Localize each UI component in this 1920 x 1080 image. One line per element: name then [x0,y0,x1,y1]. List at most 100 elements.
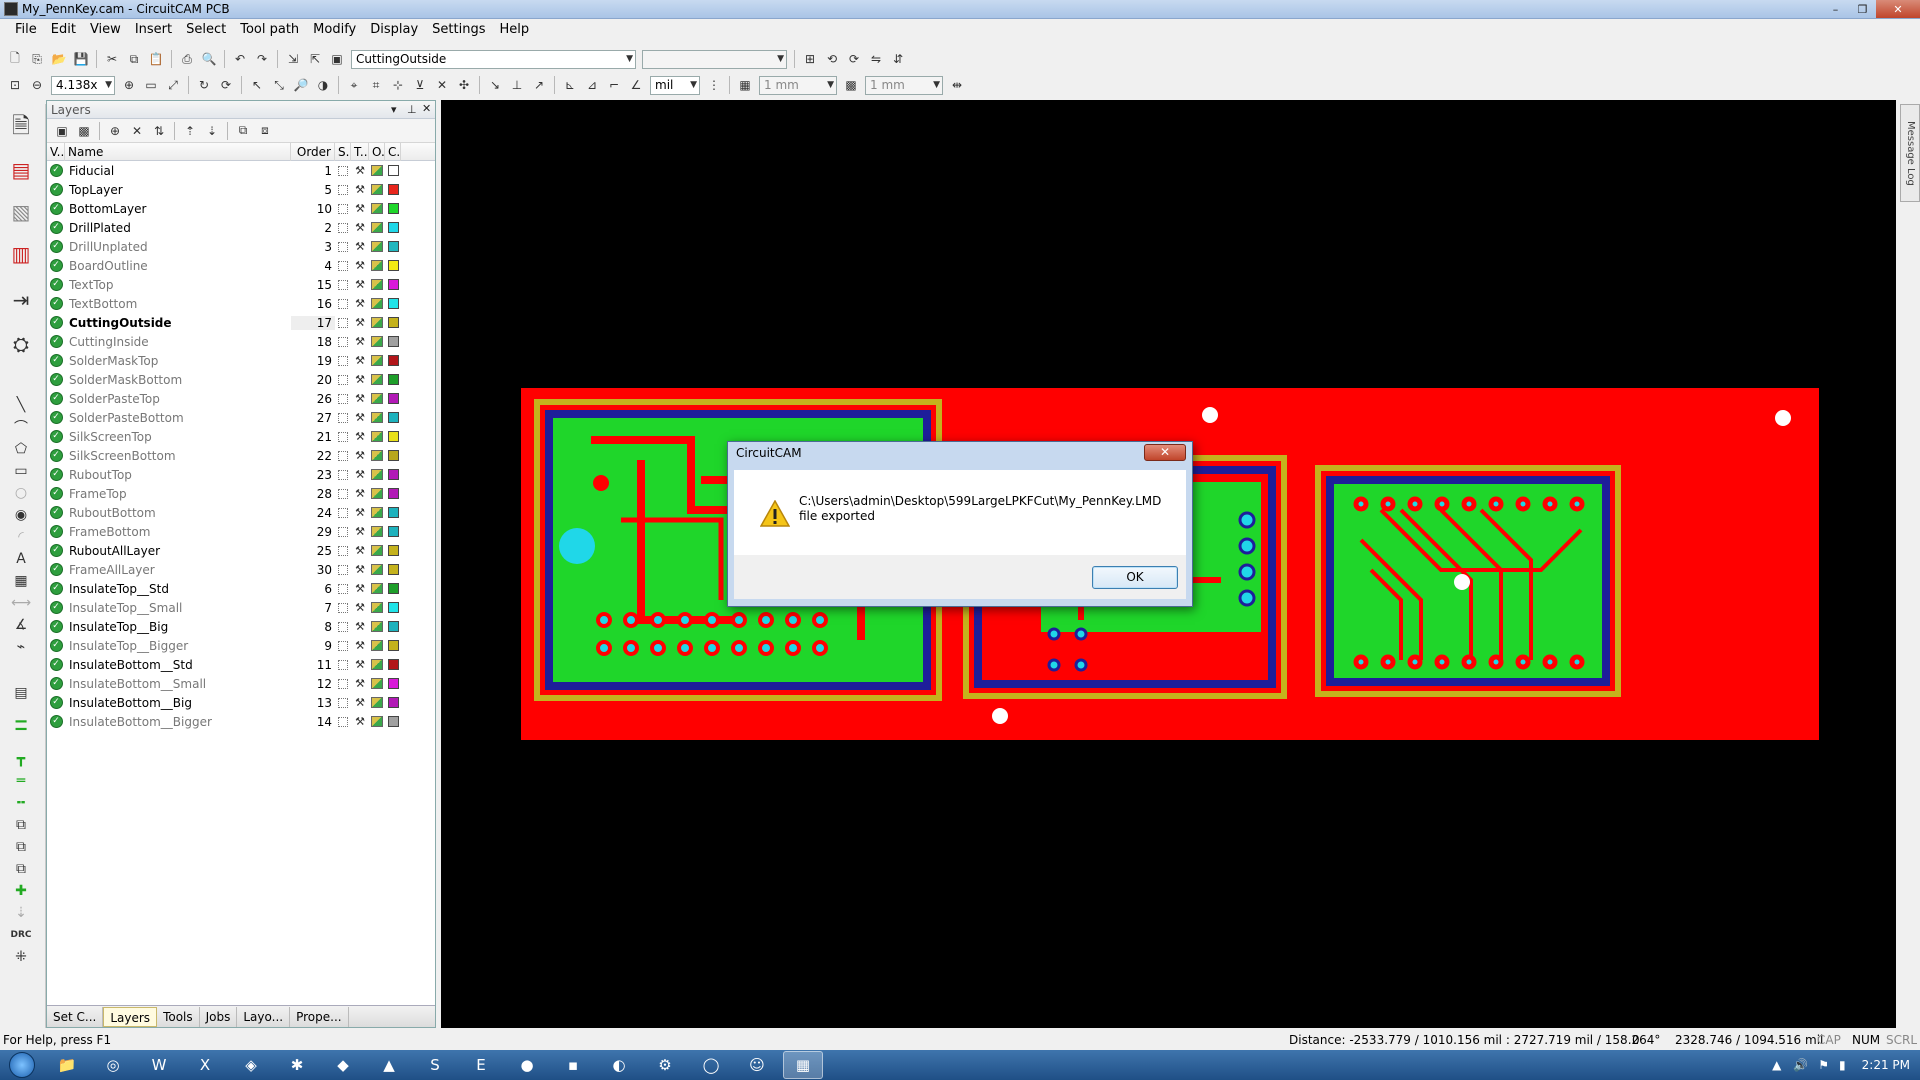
align-bottom-icon[interactable]: ▁ [6,706,36,724]
layer-visible-icon[interactable]: ▣ [52,121,72,141]
layer-output-toggle[interactable] [369,298,385,309]
save-icon[interactable]: 💾 [71,49,91,69]
layer-color-swatch[interactable] [385,545,401,556]
export-icon[interactable]: ⇱ [305,49,325,69]
layer-color-swatch[interactable] [385,678,401,689]
tab-tools[interactable]: Tools [157,1006,200,1027]
layer-output-toggle[interactable] [369,412,385,423]
check-icon[interactable]: ⁜ [6,948,36,966]
layer-output-toggle[interactable] [369,317,385,328]
group-icon[interactable]: ╍ [6,794,36,812]
add-layer-icon[interactable]: ⊕ [105,121,125,141]
col-s[interactable]: S.. [335,142,351,161]
layer-row[interactable]: ✓ TextBottom 16 ⚒ [47,294,435,313]
layer-visible-toggle[interactable]: ✓ [47,354,65,367]
layer-row[interactable]: ✓ InsulateTop__Bigger 9 ⚒ [47,636,435,655]
layer-color-swatch[interactable] [385,697,401,708]
layer-color-swatch[interactable] [385,488,401,499]
export-job-icon[interactable]: ⇥ [6,286,36,314]
layer-select-toggle[interactable] [335,393,351,404]
grid-y-select[interactable]: 1 mm ▼ [865,75,943,95]
tab-set-config[interactable]: Set C... [47,1006,104,1027]
layer-color-swatch[interactable] [385,393,401,404]
menu-view[interactable]: View [83,22,128,37]
tab-layout[interactable]: Layo... [237,1006,291,1027]
layer-select-toggle[interactable] [335,203,351,214]
save-all-icon[interactable]: ⎘ [27,49,47,69]
layer-output-toggle[interactable] [369,488,385,499]
flag-icon[interactable]: ⚑ [1818,1058,1829,1072]
excel-taskbar-icon[interactable]: X [185,1051,225,1079]
zoom-fit-icon[interactable]: ⊡ [5,75,25,95]
layer-row[interactable]: ✓ InsulateTop__Big 8 ⚒ [47,617,435,636]
layer-select-toggle[interactable] [335,412,351,423]
layer-output-toggle[interactable] [369,640,385,651]
layer-visible-toggle[interactable]: ✓ [47,468,65,481]
select-pointer-icon[interactable]: ↖ [247,75,267,95]
layer-select-toggle[interactable] [335,621,351,632]
layer-color-swatch[interactable] [385,165,401,176]
circuitcam-taskbar-icon[interactable]: ▦ [783,1051,823,1079]
menu-tool-path[interactable]: Tool path [233,22,306,37]
layer-row[interactable]: ✓ BottomLayer 10 ⚒ [47,199,435,218]
layer-row[interactable]: ✓ TextTop 15 ⚒ [47,275,435,294]
layer-row[interactable]: ✓ InsulateBottom__Std 11 ⚒ [47,655,435,674]
layer-tool-icon[interactable]: ⚒ [351,183,369,196]
open-folder-icon[interactable]: 📂 [49,49,69,69]
layer-props-icon[interactable]: ▤ [6,684,36,702]
layer-select-toggle[interactable] [335,526,351,537]
drill-icon[interactable]: ▤ [6,156,36,184]
import-icon[interactable]: ⇲ [283,49,303,69]
layer-row[interactable]: ✓ InsulateTop__Std 6 ⚒ [47,579,435,598]
rubout-icon[interactable]: ▥ [6,240,36,268]
layer-tool-icon[interactable]: ⚒ [351,202,369,215]
layer-output-toggle[interactable] [369,241,385,252]
layer-visible-toggle[interactable]: ✓ [47,525,65,538]
layer-color-swatch[interactable] [385,203,401,214]
minimize-button[interactable]: – [1822,0,1849,18]
col-t[interactable]: T.. [351,142,369,161]
snap-center-icon[interactable]: ⊹ [388,75,408,95]
layer-tool-icon[interactable]: ⚒ [351,506,369,519]
layer-row[interactable]: ✓ RuboutTop 23 ⚒ [47,465,435,484]
angle-icon[interactable]: ∠ [626,75,646,95]
message-log-tab[interactable]: Message Log [1900,104,1920,202]
layer-color-swatch[interactable] [385,621,401,632]
layer-select-toggle[interactable] [335,222,351,233]
grid-size-icon[interactable]: ⋮ [704,75,724,95]
layer-row[interactable]: ✓ DrillUnplated 3 ⚒ [47,237,435,256]
relative-icon[interactable]: ⊿ [582,75,602,95]
snap-point-icon[interactable]: ⌗ [366,75,386,95]
layer-output-toggle[interactable] [369,260,385,271]
dimension-tool-icon[interactable]: ⟷ [6,594,36,612]
solidworks-taskbar-icon[interactable]: S [415,1051,455,1079]
layer-visible-toggle[interactable]: ✓ [47,487,65,500]
snap-edge-icon[interactable]: ✣ [454,75,474,95]
layer-tool-icon[interactable]: ⚒ [351,240,369,253]
layer-visible-toggle[interactable]: ✓ [47,373,65,386]
clock[interactable]: 2:21 PM [1862,1058,1910,1072]
layer-select-toggle[interactable] [335,678,351,689]
snap-tangent-icon[interactable]: ↗ [529,75,549,95]
layer-row[interactable]: ✓ RuboutAllLayer 25 ⚒ [47,541,435,560]
cut-icon[interactable]: ✂ [102,49,122,69]
layer-output-toggle[interactable] [369,431,385,442]
layer-select-toggle[interactable] [335,488,351,499]
layer-tool-icon[interactable]: ⚒ [351,544,369,557]
mirror-icon[interactable]: ⇋ [866,49,886,69]
layer-tool-icon[interactable]: ⚒ [351,639,369,652]
layer-output-toggle[interactable] [369,279,385,290]
move-up-icon[interactable]: ⇡ [180,121,200,141]
layer-select-toggle[interactable] [335,507,351,518]
print-preview-icon[interactable]: 🔍 [199,49,219,69]
layer-tool-icon[interactable]: ⚒ [351,677,369,690]
layer-select-toggle[interactable] [335,279,351,290]
matlab-taskbar-icon[interactable]: ▲ [369,1051,409,1079]
layer-color-swatch[interactable] [385,640,401,651]
layer-row[interactable]: ✓ RuboutBottom 24 ⚒ [47,503,435,522]
layer-row[interactable]: ✓ FrameTop 28 ⚒ [47,484,435,503]
col-name[interactable]: Name [65,142,291,161]
layer-visible-toggle[interactable]: ✓ [47,411,65,424]
layer-output-toggle[interactable] [369,336,385,347]
layer-tool-icon[interactable]: ⚒ [351,411,369,424]
